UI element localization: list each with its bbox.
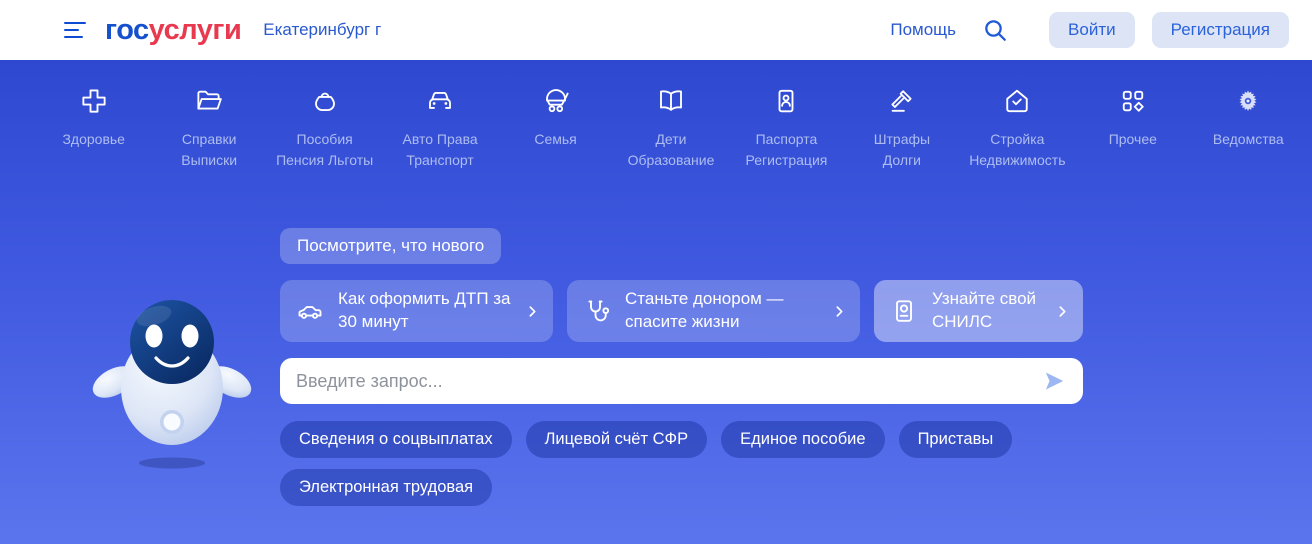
nav-item[interactable]: Семья xyxy=(498,86,613,171)
quick-link-chip[interactable]: Электронная трудовая xyxy=(280,469,493,506)
promo-card-label: Как оформить ДТП за 30 минут xyxy=(338,289,511,331)
car-front-icon xyxy=(425,86,455,116)
quick-link-chip[interactable]: Лицевой счёт СФР xyxy=(525,421,708,458)
logo[interactable]: госуслуги xyxy=(105,13,242,47)
purse-icon xyxy=(310,86,340,116)
nav-item-label: Паспорта Регистрация xyxy=(745,131,828,168)
nav-item-label: Пособия Пенсия Льготы xyxy=(276,131,374,168)
top-header: госуслуги Екатеринбург г Помощь Войти Ре… xyxy=(0,0,1312,60)
search-input[interactable] xyxy=(296,370,1041,392)
whats-new-badge: Посмотрите, что нового xyxy=(280,228,502,264)
nav-item-label: Прочее xyxy=(1108,131,1157,147)
quick-link-chip[interactable]: Единое пособие xyxy=(721,421,885,458)
quick-link-chip[interactable]: Приставы xyxy=(898,421,1013,458)
nav-item-label: Стройка Недвижимость xyxy=(969,131,1066,168)
grid-icon xyxy=(1118,86,1148,116)
folder-icon xyxy=(194,86,224,116)
nav-item-label: Семья xyxy=(534,131,577,147)
category-nav: Здоровье Справки Выписки Пособия Пенсия … xyxy=(0,60,1312,171)
nav-item-label: Здоровье xyxy=(62,131,125,147)
nav-item-label: Штрафы Долги xyxy=(873,131,931,168)
nav-item[interactable]: Стройка Недвижимость xyxy=(960,86,1075,171)
quick-link-chip[interactable]: Сведения о соцвыплатах xyxy=(280,421,512,458)
hamburger-icon xyxy=(64,21,86,25)
nav-item[interactable]: Пособия Пенсия Льготы xyxy=(267,86,382,171)
gosuslugi-home-page: госуслуги Екатеринбург г Помощь Войти Ре… xyxy=(0,0,1312,544)
promo-card[interactable]: Узнайте свой СНИЛС xyxy=(874,280,1083,342)
passport-icon xyxy=(771,86,801,116)
nav-item[interactable]: Штрафы Долги xyxy=(844,86,959,171)
nav-item[interactable]: Прочее xyxy=(1075,86,1190,171)
register-button[interactable]: Регистрация xyxy=(1151,12,1289,48)
search-button[interactable] xyxy=(982,16,1010,44)
quick-links: Сведения о соцвыплатах Лицевой счёт СФР … xyxy=(280,421,1083,506)
nav-item[interactable]: Ведомства xyxy=(1191,86,1306,171)
health-cross-icon xyxy=(79,86,109,116)
nav-item-label: Дети Образование xyxy=(627,131,715,168)
chevron-right-icon xyxy=(525,304,540,319)
nav-item[interactable]: Здоровье xyxy=(36,86,151,171)
stroller-icon xyxy=(541,86,571,116)
nav-item[interactable]: Дети Образование xyxy=(613,86,728,171)
book-icon xyxy=(656,86,686,116)
robot-mascot[interactable] xyxy=(90,276,254,472)
nav-item[interactable]: Паспорта Регистрация xyxy=(729,86,844,171)
nav-item[interactable]: Авто Права Транспорт xyxy=(382,86,497,171)
chevron-right-icon xyxy=(832,304,847,319)
hero-section: Здоровье Справки Выписки Пособия Пенсия … xyxy=(0,60,1312,544)
location-selector[interactable]: Екатеринбург г xyxy=(263,20,381,40)
chevron-right-icon xyxy=(1055,304,1070,319)
promo-card-label: Узнайте свой СНИЛС xyxy=(932,289,1037,331)
logo-text-red: услуги xyxy=(148,13,242,46)
stethoscope-icon xyxy=(582,296,612,326)
nav-item[interactable]: Справки Выписки xyxy=(151,86,266,171)
nav-item-label: Ведомства xyxy=(1212,131,1284,147)
promo-card-label: Станьте донором — спасите жизни xyxy=(625,289,784,331)
search-icon xyxy=(985,20,1006,41)
send-arrow-icon xyxy=(1045,372,1064,390)
nav-item-label: Авто Права Транспорт xyxy=(402,131,478,168)
logo-text-blue: гос xyxy=(105,13,149,46)
promo-cards: Как оформить ДТП за 30 минут Станьте дон… xyxy=(280,280,1083,342)
hamburger-icon xyxy=(64,28,79,32)
snils-card-icon xyxy=(889,296,919,326)
menu-button[interactable] xyxy=(64,20,88,40)
promo-card[interactable]: Станьте донором — спасите жизни xyxy=(567,280,860,342)
house-check-icon xyxy=(1002,86,1032,116)
promo-card[interactable]: Как оформить ДТП за 30 минут xyxy=(280,280,553,342)
header-actions: Помощь Войти Регистрация xyxy=(890,12,1289,48)
query-search xyxy=(280,358,1083,404)
hamburger-icon xyxy=(64,35,83,39)
gavel-icon xyxy=(887,86,917,116)
search-submit-button[interactable] xyxy=(1041,367,1069,395)
hero-content: Посмотрите, что нового Как оформить ДТП … xyxy=(280,228,1083,506)
login-button[interactable]: Войти xyxy=(1049,12,1135,48)
help-link[interactable]: Помощь xyxy=(890,20,956,40)
eagle-icon xyxy=(1233,86,1263,116)
car-side-icon xyxy=(295,296,325,326)
nav-item-label: Справки Выписки xyxy=(181,131,238,168)
